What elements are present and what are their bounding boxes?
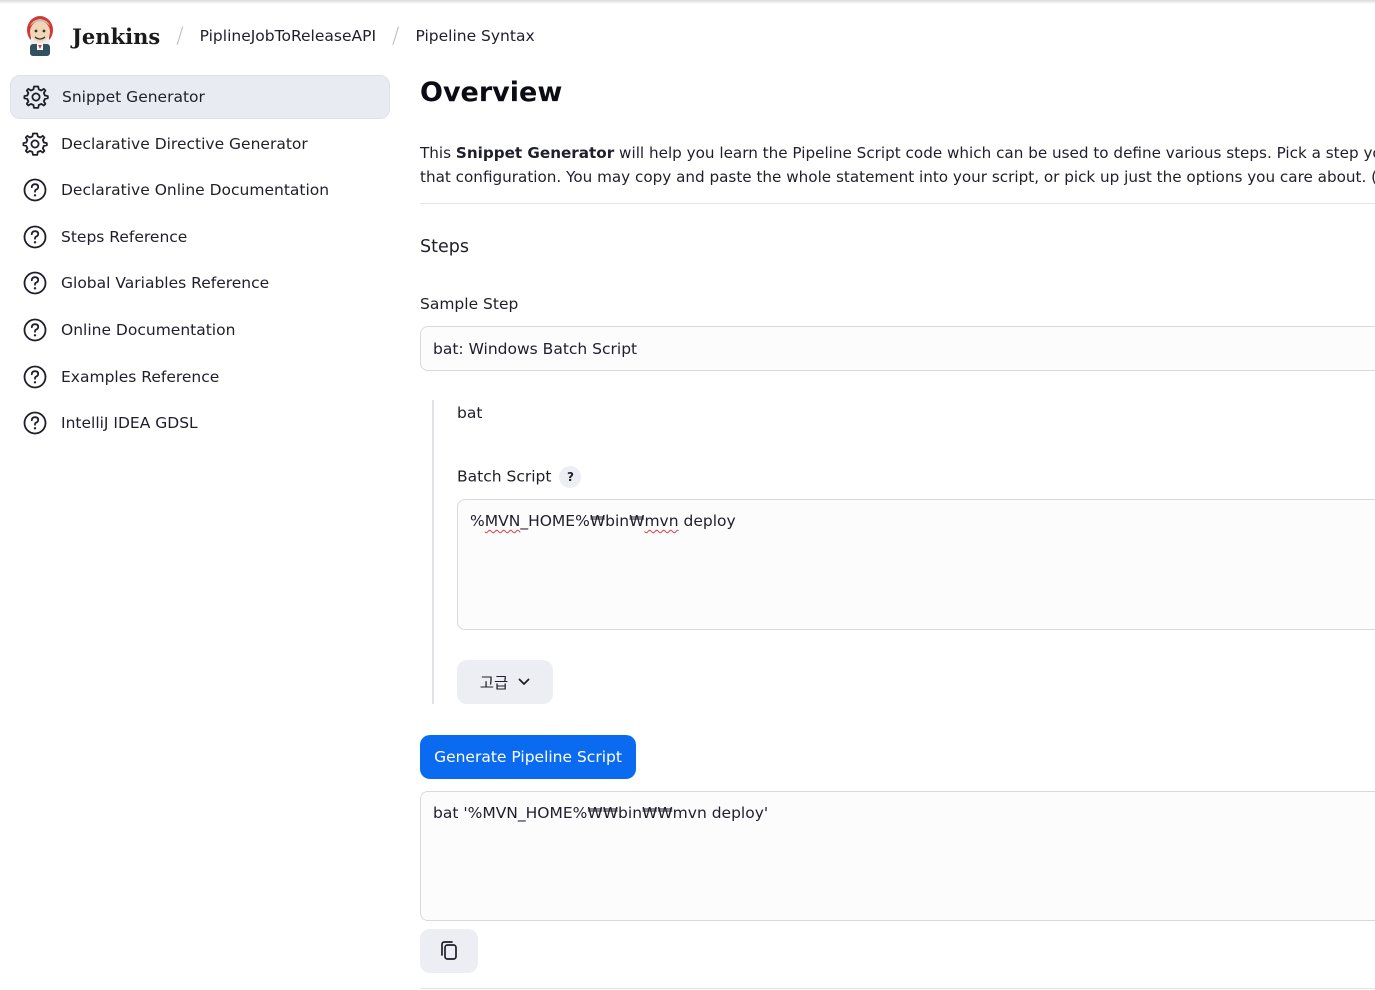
script-text: _HOME%₩bin₩: [520, 512, 645, 530]
batch-script-textarea[interactable]: %MVN_HOME%₩bin₩mvn deploy: [457, 499, 1375, 630]
sidebar-item-label: Online Documentation: [61, 320, 236, 339]
sample-step-selected-value: bat: Windows Batch Script: [433, 339, 638, 358]
help-circle-icon: [22, 364, 48, 390]
chevron-down-icon: [518, 678, 530, 685]
steps-section-title: Steps: [420, 237, 469, 257]
sidebar-item-declarative-directive-generator[interactable]: Declarative Directive Generator: [10, 122, 390, 166]
sidebar: Snippet Generator Declarative Directive …: [10, 75, 390, 448]
help-icon[interactable]: ?: [559, 466, 582, 488]
copy-icon: [441, 941, 457, 960]
help-circle-icon: [22, 410, 48, 436]
gear-icon: [22, 131, 48, 157]
gear-icon: [23, 84, 49, 110]
sidebar-item-global-variables-reference[interactable]: Global Variables Reference: [10, 261, 390, 305]
sidebar-item-label: Declarative Directive Generator: [61, 134, 308, 153]
advanced-button-label: 고급: [479, 674, 509, 692]
step-name-label: bat: [457, 404, 483, 422]
sidebar-item-label: Global Variables Reference: [61, 274, 270, 293]
sidebar-item-label: Declarative Online Documentation: [61, 181, 330, 200]
script-text: %: [470, 512, 485, 530]
page-title: Overview: [420, 77, 563, 108]
description-text: will help you learn the Pipeline Script …: [614, 144, 1375, 162]
sidebar-item-steps-reference[interactable]: Steps Reference: [10, 215, 390, 259]
generate-pipeline-script-button[interactable]: Generate Pipeline Script: [420, 735, 636, 779]
bottom-divider: [420, 988, 1375, 989]
breadcrumb-job[interactable]: PiplineJobToReleaseAPI: [200, 27, 376, 45]
sample-step-label: Sample Step: [420, 295, 519, 313]
jenkins-logo-icon[interactable]: [22, 14, 58, 58]
generated-script-textarea[interactable]: bat '%MVN_HOME%₩₩bin₩₩mvn deploy': [420, 791, 1375, 921]
section-divider: [420, 203, 1375, 204]
script-text: deploy: [678, 512, 736, 530]
sidebar-item-label: Examples Reference: [61, 367, 220, 386]
nested-config-rule: [432, 400, 434, 704]
sidebar-item-online-documentation[interactable]: Online Documentation: [10, 308, 390, 352]
sidebar-item-snippet-generator[interactable]: Snippet Generator: [10, 75, 390, 119]
sidebar-item-label: Snippet Generator: [62, 88, 205, 106]
sidebar-item-label: Steps Reference: [61, 227, 188, 246]
header: Jenkins / PiplineJobToReleaseAPI / Pipel…: [22, 14, 535, 58]
batch-script-label-row: Batch Script?: [457, 466, 582, 488]
copy-button[interactable]: [420, 929, 478, 973]
description-line-1: This Snippet Generator will help you lea…: [420, 141, 1375, 165]
help-circle-icon: [22, 177, 48, 203]
breadcrumb-separator: /: [176, 23, 184, 49]
spellcheck-word: mvn: [644, 512, 679, 530]
sample-step-select[interactable]: bat: Windows Batch Script: [420, 326, 1375, 371]
help-circle-icon: [22, 224, 48, 250]
help-circle-icon: [22, 270, 48, 296]
batch-script-label: Batch Script: [457, 467, 552, 486]
spellcheck-word: MVN: [484, 512, 521, 530]
description-bold: Snippet Generator: [455, 144, 615, 162]
advanced-button[interactable]: 고급: [457, 660, 553, 704]
overview-description: This Snippet Generator will help you lea…: [420, 141, 1375, 189]
breadcrumb-pipeline-syntax[interactable]: Pipeline Syntax: [415, 27, 534, 45]
help-circle-icon: [22, 317, 48, 343]
brand-name[interactable]: Jenkins: [72, 24, 160, 49]
sidebar-item-declarative-online-documentation[interactable]: Declarative Online Documentation: [10, 168, 390, 212]
sidebar-item-label: IntelliJ IDEA GDSL: [61, 414, 198, 433]
description-line-2: that configuration. You may copy and pas…: [420, 168, 1375, 186]
description-text: This: [420, 144, 456, 162]
top-shadow: [0, 0, 1375, 4]
sidebar-item-intellij-idea-gdsl[interactable]: IntelliJ IDEA GDSL: [10, 401, 390, 445]
breadcrumb-separator: /: [392, 23, 400, 49]
sidebar-item-examples-reference[interactable]: Examples Reference: [10, 355, 390, 399]
